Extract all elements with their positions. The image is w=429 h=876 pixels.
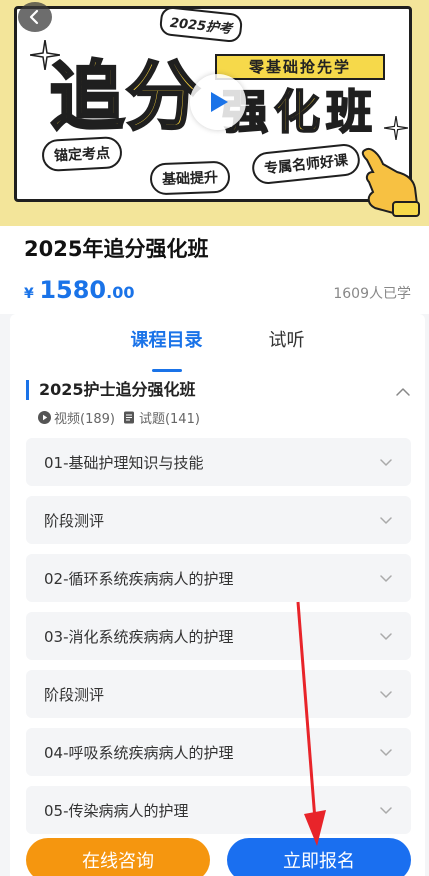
lesson-item[interactable]: 02-循环系统疾病病人的护理 bbox=[26, 554, 411, 602]
lesson-label: 阶段测评 bbox=[44, 685, 105, 704]
chevron-down-icon bbox=[380, 691, 392, 698]
course-title: 2025年追分强化班 bbox=[24, 237, 209, 261]
lesson-item[interactable]: 01-基础护理知识与技能 bbox=[26, 438, 411, 486]
chapter-meta: 视频(189) 试题(141) bbox=[26, 408, 409, 427]
banner-zero-tag: 零基础抢先学 bbox=[215, 54, 385, 80]
lesson-label: 04-呼吸系统疾病病人的护理 bbox=[44, 743, 234, 762]
lesson-label: 05-传染病病人的护理 bbox=[44, 801, 189, 820]
sparkle-icon bbox=[384, 116, 408, 140]
video-count-label: 视频(189) bbox=[54, 412, 115, 427]
play-button[interactable] bbox=[190, 74, 246, 130]
lesson-label: 03-消化系统疾病病人的护理 bbox=[44, 627, 234, 646]
chapter-header[interactable]: 2025护士追分强化班 视频(189) 试题(141) bbox=[10, 372, 425, 438]
lesson-label: 02-循环系统疾病病人的护理 bbox=[44, 569, 234, 588]
chevron-up-icon[interactable] bbox=[395, 384, 411, 400]
tab-catalog[interactable]: 课程目录 bbox=[131, 326, 203, 372]
learner-count: 1609人已学 bbox=[333, 286, 411, 302]
quiz-count-label: 试题(141) bbox=[138, 412, 200, 427]
pointing-hand-icon bbox=[361, 148, 420, 217]
banner-big-title: 追分 bbox=[49, 53, 202, 142]
course-price: ¥ 1580.00 bbox=[24, 276, 134, 304]
chevron-left-icon bbox=[29, 9, 39, 25]
tab-bar: 课程目录 试听 bbox=[10, 314, 425, 372]
lesson-label: 01-基础护理知识与技能 bbox=[44, 453, 204, 472]
course-info: 2025年追分强化班 ¥ 1580.00 1609人已学 bbox=[0, 226, 429, 314]
chevron-down-icon bbox=[380, 749, 392, 756]
lesson-item[interactable]: 03-消化系统疾病病人的护理 bbox=[26, 612, 411, 660]
online-consult-button[interactable]: 在线咨询 bbox=[26, 838, 210, 876]
course-content: 课程目录 试听 2025护士追分强化班 视频(189) 试题(141) 01-基… bbox=[10, 314, 425, 876]
video-count: 视频(189) bbox=[38, 408, 115, 427]
price-decimal: .00 bbox=[106, 283, 135, 302]
chevron-down-icon bbox=[380, 459, 392, 466]
lesson-item[interactable]: 阶段测评 bbox=[26, 496, 411, 544]
chevron-down-icon bbox=[380, 807, 392, 814]
price-row: ¥ 1580.00 1609人已学 bbox=[24, 276, 411, 304]
bottom-action-bar: 在线咨询 立即报名 bbox=[0, 838, 429, 876]
price-integer: 1580 bbox=[39, 276, 107, 304]
document-icon bbox=[123, 411, 134, 424]
banner-pill: 基础提升 bbox=[149, 160, 231, 196]
chevron-down-icon bbox=[380, 633, 392, 640]
enroll-now-button[interactable]: 立即报名 bbox=[227, 838, 411, 876]
lesson-item[interactable]: 05-传染病病人的护理 bbox=[26, 786, 411, 834]
play-circle-icon bbox=[38, 411, 51, 424]
banner-pill: 锚定考点 bbox=[41, 135, 123, 173]
chevron-down-icon bbox=[380, 575, 392, 582]
lesson-item[interactable]: 04-呼吸系统疾病病人的护理 bbox=[26, 728, 411, 776]
lesson-item[interactable]: 阶段测评 bbox=[26, 670, 411, 718]
course-banner: 2025护考 追分 零基础抢先学 强化班 锚定考点 基础提升 专属名师好课 bbox=[0, 0, 429, 226]
price-symbol: ¥ bbox=[24, 286, 34, 302]
chapter-title: 2025护士追分强化班 bbox=[26, 380, 409, 400]
chevron-down-icon bbox=[380, 517, 392, 524]
play-icon bbox=[211, 92, 228, 112]
quiz-count: 试题(141) bbox=[123, 408, 200, 427]
banner-big-subtitle: 强化班 bbox=[221, 84, 378, 140]
tab-preview[interactable]: 试听 bbox=[269, 326, 305, 372]
back-button[interactable] bbox=[18, 2, 52, 32]
lesson-label: 阶段测评 bbox=[44, 511, 105, 530]
